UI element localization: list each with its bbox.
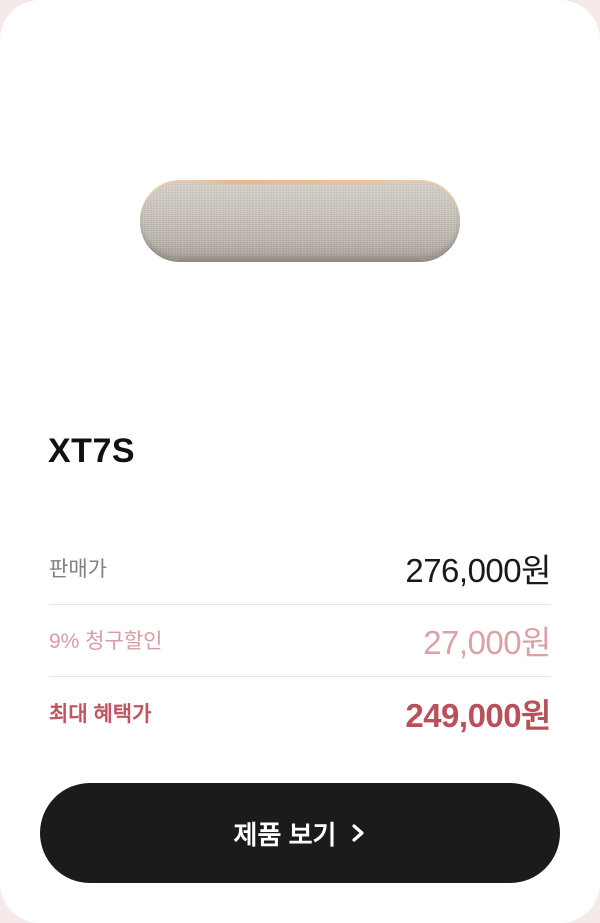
soundbar-speaker-image [140,180,460,260]
discount-label: 9% 청구할인 [49,630,163,653]
view-product-button[interactable]: 제품 보기 [40,783,560,883]
view-product-label: 제품 보기 [233,819,337,850]
benefit-price-label: 최대 혜택가 [49,703,152,726]
discount-row: 9% 청구할인 27,000원 [49,604,551,677]
discount-value: 27,000원 [423,624,551,661]
product-name: XT7S [48,432,136,470]
sale-price-label: 판매가 [49,558,107,581]
benefit-price-row: 최대 혜택가 249,000원 [49,677,551,749]
sale-price-value: 276,000원 [405,552,551,589]
product-image [0,0,600,420]
sale-price-row: 판매가 276,000원 [49,532,551,605]
speaker-top-edge [190,180,410,184]
chevron-right-icon [352,824,365,842]
benefit-price-value: 249,000원 [405,697,551,734]
product-card: XT7S 판매가 276,000원 9% 청구할인 27,000원 최대 혜택가… [0,0,600,923]
